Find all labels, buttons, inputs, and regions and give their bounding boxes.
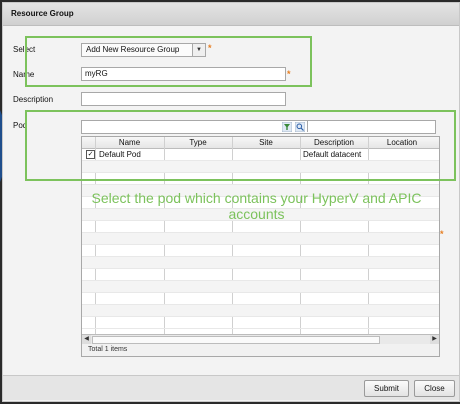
dialog-title: Resource Group: [11, 9, 74, 18]
submit-button[interactable]: Submit: [364, 380, 409, 397]
table-footer: Total 1 items: [82, 344, 439, 356]
empty-row: [82, 317, 439, 329]
annotation-text: Select the pod which contains your Hyper…: [91, 190, 422, 222]
dialog-titlebar: Resource Group: [3, 3, 459, 26]
required-marker: *: [440, 229, 444, 239]
empty-row: [82, 257, 439, 269]
description-label: Description: [13, 95, 54, 104]
highlight-box-pod: [25, 110, 456, 181]
empty-row: [82, 233, 439, 245]
empty-row: [82, 269, 439, 281]
empty-row: [82, 245, 439, 257]
empty-row: [82, 221, 439, 233]
description-field[interactable]: [81, 92, 286, 106]
highlight-box-select-name: [25, 36, 312, 87]
total-items: Total 1 items: [88, 346, 128, 353]
scroll-right-icon[interactable]: ▶: [430, 335, 439, 344]
scroll-left-icon[interactable]: ◀: [82, 335, 91, 344]
close-button[interactable]: Close: [414, 380, 455, 397]
empty-row: [82, 305, 439, 317]
button-bar: Submit Close: [3, 375, 459, 400]
scrollbar-thumb[interactable]: [92, 336, 380, 344]
empty-row: [82, 293, 439, 305]
horizontal-scrollbar[interactable]: ◀ ▶: [82, 334, 439, 344]
empty-row: [82, 281, 439, 293]
